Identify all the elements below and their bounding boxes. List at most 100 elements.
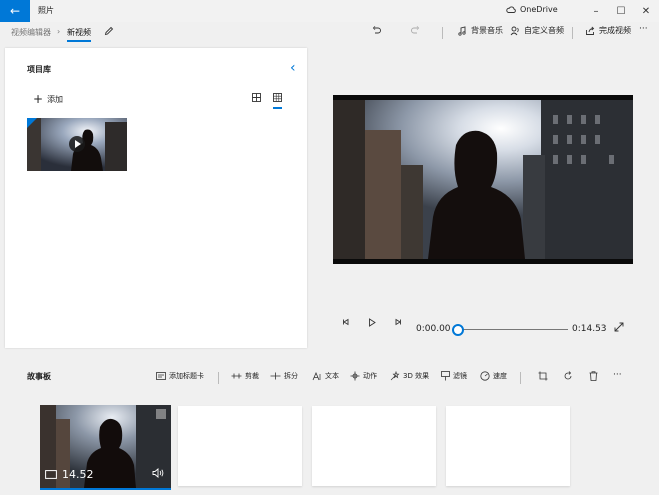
add-media-button[interactable]: + 添加 bbox=[33, 92, 63, 106]
back-arrow-icon: ← bbox=[9, 4, 21, 18]
large-grid-icon bbox=[252, 93, 261, 102]
close-button[interactable]: ✕ bbox=[634, 3, 658, 19]
motion-label: 动作 bbox=[363, 372, 377, 380]
onedrive-status[interactable]: OneDrive bbox=[506, 5, 558, 14]
crop-resize-icon bbox=[538, 371, 548, 381]
video-preview[interactable] bbox=[333, 95, 633, 264]
minimize-button[interactable]: – bbox=[584, 3, 608, 19]
storyboard-clip[interactable]: 14.52 bbox=[40, 405, 171, 488]
step-forward-icon bbox=[395, 318, 401, 326]
title-card-icon bbox=[156, 372, 166, 380]
add-title-card-button[interactable]: 添加标题卡 bbox=[156, 371, 204, 381]
filters-button[interactable]: 滤镜 bbox=[441, 371, 467, 381]
library-thumbnail-image bbox=[27, 118, 127, 171]
background-music-button[interactable]: 背景音乐 bbox=[457, 25, 503, 36]
step-forward-button[interactable] bbox=[394, 318, 402, 328]
toolbar-divider bbox=[572, 27, 573, 39]
total-time: 0:14.53 bbox=[572, 324, 607, 334]
redo-icon bbox=[411, 26, 420, 34]
text-icon bbox=[312, 371, 321, 380]
background-music-label: 背景音乐 bbox=[471, 26, 503, 35]
share-export-icon bbox=[586, 26, 595, 35]
video-frame-image bbox=[333, 95, 633, 264]
video-clip-icon bbox=[45, 470, 57, 479]
speed-gauge-icon bbox=[480, 371, 490, 381]
storyboard-more-button[interactable]: ··· bbox=[613, 370, 622, 380]
undo-icon bbox=[372, 26, 381, 34]
collapse-panel-button[interactable]: ‹ bbox=[290, 60, 296, 76]
plus-icon: + bbox=[33, 92, 44, 106]
play-icon bbox=[369, 318, 376, 327]
seek-bar[interactable] bbox=[458, 329, 568, 330]
back-button[interactable]: ← bbox=[0, 0, 30, 22]
clip-duration-badge: 14.52 bbox=[45, 468, 94, 481]
rename-button[interactable] bbox=[104, 26, 114, 38]
speed-label: 速度 bbox=[493, 372, 507, 380]
empty-storyboard-slot[interactable] bbox=[178, 406, 302, 486]
library-video-thumbnail[interactable] bbox=[27, 118, 127, 171]
onedrive-label: OneDrive bbox=[520, 5, 558, 14]
motion-button[interactable]: 动作 bbox=[350, 371, 377, 381]
trim-button[interactable]: 剪裁 bbox=[231, 371, 259, 381]
filters-label: 滤镜 bbox=[453, 372, 467, 380]
trim-icon bbox=[231, 373, 242, 379]
text-label: 文本 bbox=[325, 372, 339, 380]
resize-button[interactable] bbox=[538, 371, 548, 381]
redo-button[interactable] bbox=[410, 25, 420, 35]
storyboard-divider bbox=[218, 372, 219, 384]
small-grid-icon bbox=[273, 93, 282, 102]
app-name: 照片 bbox=[38, 6, 54, 15]
speed-button[interactable]: 速度 bbox=[480, 371, 507, 381]
trash-icon bbox=[589, 371, 598, 381]
motion-icon bbox=[350, 371, 360, 381]
custom-audio-button[interactable]: 自定义音频 bbox=[510, 25, 564, 36]
step-back-button[interactable] bbox=[342, 318, 350, 328]
empty-storyboard-slot[interactable] bbox=[446, 406, 570, 486]
split-button[interactable]: 拆分 bbox=[270, 371, 298, 381]
detail-view-button[interactable] bbox=[273, 93, 282, 109]
breadcrumb-separator: › bbox=[57, 27, 61, 36]
custom-audio-icon bbox=[510, 26, 519, 35]
speaker-icon bbox=[152, 468, 164, 478]
fullscreen-button[interactable] bbox=[614, 322, 624, 334]
more-options-button[interactable]: ··· bbox=[639, 24, 648, 34]
finish-video-label: 完成视频 bbox=[599, 26, 631, 35]
undo-button[interactable] bbox=[372, 25, 382, 35]
add-title-card-label: 添加标题卡 bbox=[169, 372, 204, 380]
grid-view-button[interactable] bbox=[252, 93, 261, 104]
clip-selection-indicator bbox=[40, 488, 171, 490]
3d-effects-label: 3D 效果 bbox=[403, 372, 430, 380]
pencil-icon bbox=[104, 26, 114, 36]
expand-icon bbox=[614, 322, 624, 332]
breadcrumb-parent[interactable]: 视频编辑器 bbox=[11, 27, 51, 38]
finish-video-button[interactable]: 完成视频 bbox=[585, 25, 631, 36]
step-back-icon bbox=[343, 318, 349, 326]
rotate-icon bbox=[564, 371, 572, 380]
split-label: 拆分 bbox=[284, 372, 298, 380]
project-library-title: 项目库 bbox=[27, 65, 51, 74]
storyboard-divider bbox=[520, 372, 521, 384]
storyboard-title: 故事板 bbox=[27, 372, 51, 381]
current-time: 0:00.00 bbox=[416, 324, 451, 334]
seek-bar-thumb[interactable] bbox=[452, 324, 464, 336]
empty-storyboard-slot[interactable] bbox=[312, 406, 436, 486]
3d-effects-button[interactable]: 3D 效果 bbox=[390, 371, 429, 381]
3d-effects-icon bbox=[390, 371, 400, 381]
breadcrumb-current[interactable]: 新视频 bbox=[67, 27, 91, 42]
custom-audio-label: 自定义音频 bbox=[524, 26, 564, 35]
clip-volume-button[interactable] bbox=[152, 468, 165, 480]
delete-button[interactable] bbox=[589, 371, 598, 381]
split-icon bbox=[270, 372, 281, 380]
maximize-button[interactable]: ☐ bbox=[609, 3, 633, 19]
filter-icon bbox=[441, 371, 450, 381]
add-media-label: 添加 bbox=[47, 94, 64, 104]
text-button[interactable]: 文本 bbox=[312, 371, 339, 381]
trim-label: 剪裁 bbox=[245, 372, 259, 380]
title-bar bbox=[0, 0, 659, 22]
music-note-icon bbox=[458, 25, 466, 36]
toolbar-divider bbox=[442, 27, 443, 39]
clip-duration: 14.52 bbox=[62, 468, 94, 481]
cloud-icon bbox=[506, 6, 516, 13]
play-button[interactable] bbox=[368, 318, 376, 329]
rotate-button[interactable] bbox=[563, 371, 573, 381]
